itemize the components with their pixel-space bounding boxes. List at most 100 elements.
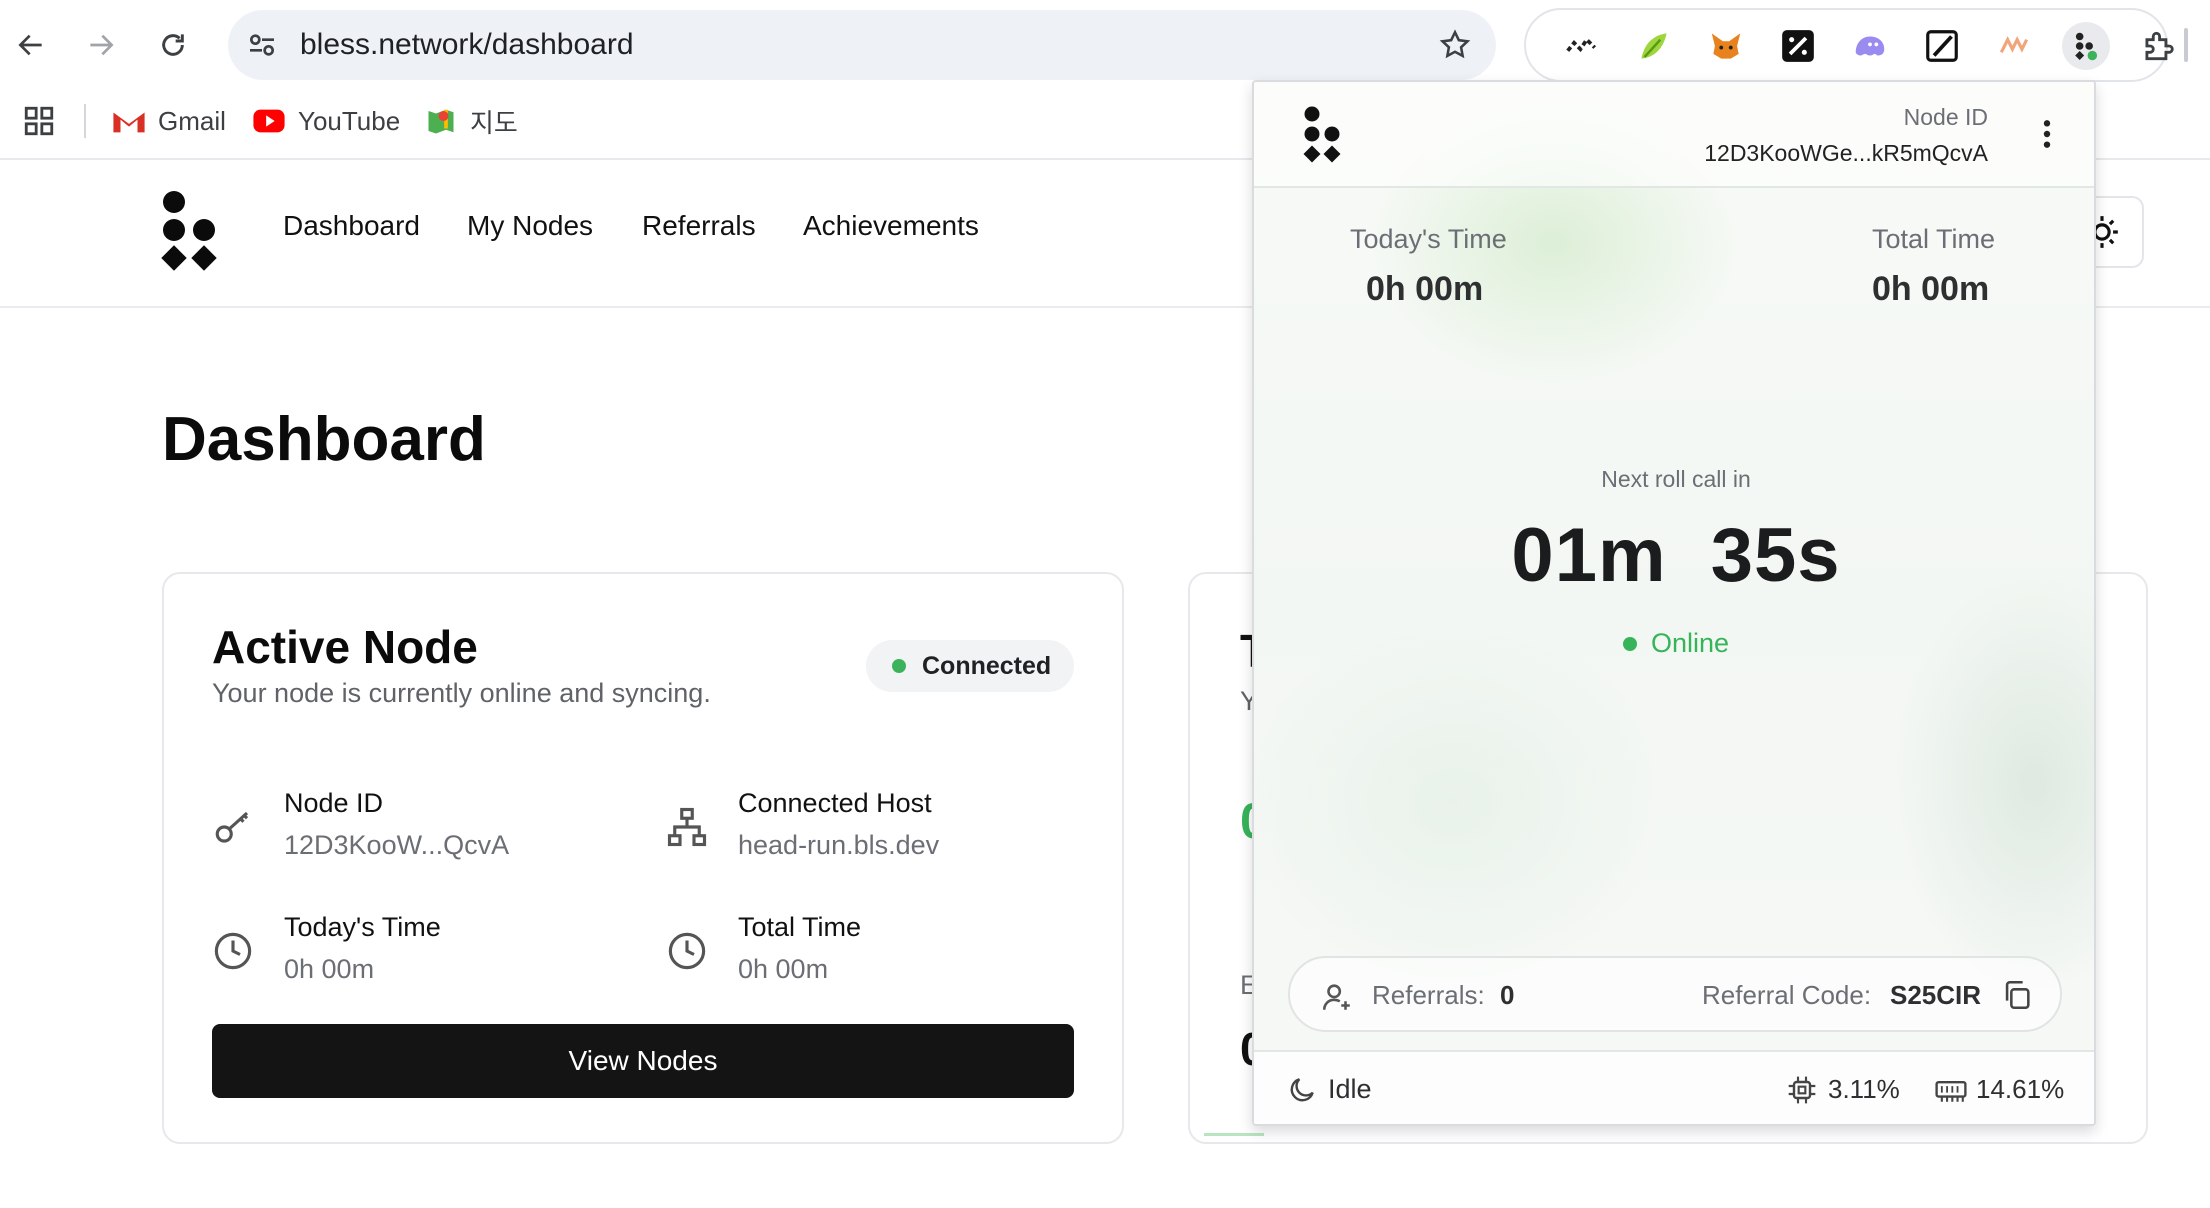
bookmark-youtube[interactable]: YouTube [252,98,400,144]
ghost-extension-icon [1855,36,1885,56]
browser-toolbar: bless.network/dashboard [0,0,2210,90]
side-panel-divider [2184,28,2188,62]
cpu-usage: 3.11% [1828,1074,1900,1104]
memory-icon [1935,1080,1967,1102]
nav-my-nodes[interactable]: My Nodes [467,210,593,242]
bookmark-maps[interactable]: 지도 [424,98,518,144]
bless-extension-icon [2075,32,2098,61]
popup-header: Node ID 12D3KooWGe...kR5mQcvA [1254,82,2094,188]
info-label: Total Time [738,912,862,942]
bless-logo [1303,106,1341,163]
bookmark-gmail[interactable]: Gmail [112,98,226,144]
info-label: Connected Host [738,788,932,818]
key-icon [215,811,249,843]
slash-extension-button[interactable] [1774,22,1822,70]
info-value: 0h 00m [284,954,375,984]
nav-referrals[interactable]: Referrals [642,210,756,242]
mode-label: Idle [1328,1074,1372,1104]
ram-usage: 14.61% [1976,1074,2065,1104]
status-dot [892,659,906,673]
card-progress-fragment [1204,1133,1264,1136]
site-settings-icon[interactable] [246,29,278,61]
nav-achievements[interactable]: Achievements [803,210,979,242]
chart-extension-button[interactable] [1558,22,1606,70]
nav-dashboard[interactable]: Dashboard [283,210,420,242]
slash-outline-extension-button[interactable] [1918,22,1966,70]
more-vertical-icon[interactable] [2032,114,2062,154]
wave-extension-button[interactable] [1990,22,2038,70]
arrow-left-icon [18,34,42,56]
arrow-right-icon [90,34,114,56]
info-label: Node ID [284,788,384,818]
clock-icon [214,932,252,970]
info-label: Today's Time [284,912,441,942]
wave-extension-icon [1999,36,2029,54]
referral-code-value: S25CIR [1890,980,1982,1010]
gmail-icon [113,112,145,133]
bless-extension-button[interactable] [2062,22,2110,70]
popup-footer: Idle 3.11% 14.61% [1254,1050,2094,1124]
popup-node-id-label: Node ID [1903,104,1988,130]
reload-icon [162,34,184,56]
card-title: Active Node [212,621,478,673]
popup-today-value: 0h 00m [1366,270,1484,308]
leaf-extension-icon [1641,33,1667,59]
url-text[interactable]: bless.network/dashboard [300,10,634,80]
metamask-icon [1711,33,1741,59]
forward-button[interactable] [76,20,126,70]
apps-grid-icon[interactable] [22,104,56,138]
slash-outline-extension-icon [1926,30,1958,62]
bless-extension-popup: Node ID 12D3KooWGe...kR5mQcvA Today's Ti… [1252,80,2096,1126]
online-status: Online [1254,628,2094,659]
popup-today-label: Today's Time [1350,224,1507,254]
bless-logo[interactable] [160,190,222,274]
referrals-count: 0 [1500,980,1515,1010]
bookmarks-separator [84,104,86,138]
network-icon [667,807,707,847]
page-title: Dashboard [162,405,486,474]
youtube-icon [253,109,285,133]
puzzle-extensions-icon [2145,31,2174,61]
address-bar[interactable]: bless.network/dashboard [228,10,1496,80]
status-text: Connected [922,651,1052,680]
extensions-area [1524,8,2174,82]
info-value: 12D3KooW...QcvA [284,830,510,860]
todays-time-info: Today's Time 0h 00m [212,912,632,1002]
bookmark-label: Gmail [158,105,226,136]
active-node-card: Active Node Your node is currently onlin… [162,572,1124,1144]
online-status-text: Online [1650,628,1730,658]
copy-icon[interactable] [2000,978,2034,1012]
metamask-button[interactable] [1702,22,1750,70]
popup-total-label: Total Time [1872,224,1996,254]
leaf-extension-button[interactable] [1630,22,1678,70]
extensions-menu-button[interactable] [2134,22,2182,70]
roll-call-countdown: 01m 35s [1511,513,1841,598]
info-value: 0h 00m [738,954,829,984]
user-plus-icon [1322,984,1350,1010]
popup-total-value: 0h 00m [1872,270,1990,308]
slash-extension-icon [1782,30,1814,62]
referrals-label: Referrals: [1372,980,1485,1010]
connected-host-info: Connected Host head-run.bls.dev [666,788,1086,878]
back-button[interactable] [6,20,56,70]
cpu-icon [1788,1076,1816,1104]
bookmark-label: 지도 [470,108,518,139]
moon-icon [1290,1078,1314,1102]
bookmark-star-icon[interactable] [1438,28,1472,62]
bookmark-label: YouTube [298,105,401,136]
maps-icon [428,109,454,134]
clock-icon [668,932,706,970]
info-value: head-run.bls.dev [738,830,940,860]
view-nodes-button[interactable]: View Nodes [212,1024,1074,1098]
total-time-info: Total Time 0h 00m [666,912,1086,1002]
referral-code-label: Referral Code: [1702,980,1872,1010]
ghost-extension-button[interactable] [1846,22,1894,70]
node-id-info: Node ID 12D3KooW...QcvA [212,788,632,878]
status-dot [1622,636,1637,651]
popup-node-id-value: 12D3KooWGe...kR5mQcvA [1704,140,1988,166]
status-badge: Connected [866,640,1074,692]
reload-button[interactable] [148,20,198,70]
chart-extension-icon [1566,36,1597,53]
referral-bar: Referrals: 0 Referral Code: S25CIR [1288,956,2062,1032]
card-subtitle: Your node is currently online and syncin… [212,678,711,708]
